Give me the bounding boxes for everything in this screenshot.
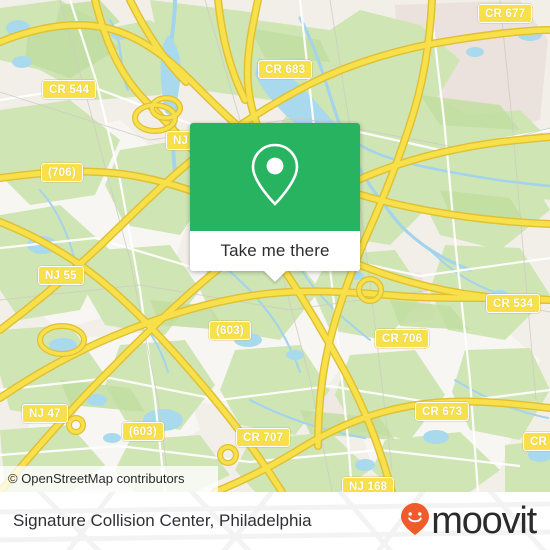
moovit-map-screenshot: CR 677 CR 683 CR 544 (706) NJ NJ 55 CR 5… [0, 0, 550, 550]
callout-action-panel[interactable]: Take me there [190, 231, 360, 282]
road-shield-cr-534: CR 534 [486, 294, 541, 313]
road-shield-cr-683: CR 683 [258, 60, 313, 79]
take-me-there-label: Take me there [220, 241, 330, 260]
road-shield-cr-673: CR 673 [415, 402, 470, 421]
callout-image-panel [190, 123, 360, 231]
road-shield-cr-707: CR 707 [236, 428, 291, 447]
road-shield-706: (706) [41, 163, 83, 182]
road-shield-603-a: (603) [209, 321, 251, 340]
moovit-wordmark: moovit [431, 500, 537, 542]
road-shield-603-b: (603) [122, 422, 164, 441]
map-canvas[interactable]: CR 677 CR 683 CR 544 (706) NJ NJ 55 CR 5… [0, 0, 550, 492]
moovit-logo[interactable]: moovit [400, 492, 537, 550]
road-shield-nj-55: NJ 55 [38, 266, 84, 285]
callout-pointer [263, 270, 287, 282]
place-name: Signature Collision Center, Philadelphia [13, 511, 312, 530]
road-shield-cr-706: CR 706 [375, 329, 430, 348]
road-shield-cr-7-clipped: CR 7 [523, 432, 550, 451]
moovit-pin-icon [400, 502, 430, 541]
road-shield-nj-168: NJ 168 [342, 477, 395, 492]
road-shield-cr-677: CR 677 [478, 4, 533, 23]
road-shield-cr-544: CR 544 [42, 80, 97, 99]
osm-attribution[interactable]: © OpenStreetMap contributors [0, 466, 218, 492]
map-pin-icon [249, 142, 301, 213]
take-me-there-callout[interactable]: Take me there [190, 123, 360, 282]
road-shield-nj-47: NJ 47 [22, 404, 68, 423]
footer-bar: Signature Collision Center, Philadelphia… [0, 492, 550, 550]
